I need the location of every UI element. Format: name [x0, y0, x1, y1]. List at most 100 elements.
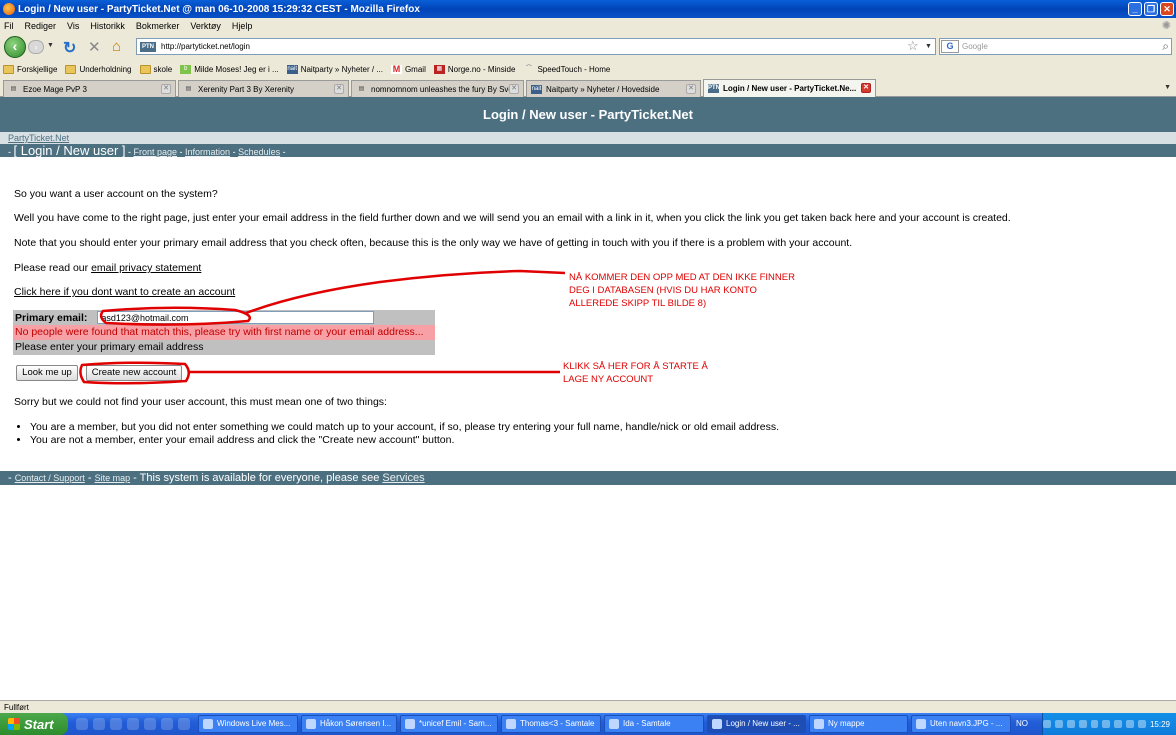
tab-xerenity[interactable]: ▤ Xerenity Part 3 By Xerenity ✕ [178, 80, 349, 97]
language-indicator[interactable]: NO [1016, 719, 1028, 728]
menu-bookmarks[interactable]: Bokmerker [136, 21, 180, 31]
restore-button[interactable]: ❐ [1144, 2, 1158, 16]
window-titlebar: Login / New user - PartyTicket.Net @ man… [0, 0, 1176, 18]
tab-close-icon[interactable]: ✕ [161, 84, 171, 94]
naitparty-icon: nait [286, 64, 298, 74]
annotation-note-1: NÅ KOMMER DEN OPP MED AT DEN IKKE FINNER… [569, 271, 795, 310]
bookmark-norge[interactable]: ▦ Norge.no - Minside [433, 64, 516, 74]
clock: 15:29 [1149, 719, 1170, 729]
tab-close-icon[interactable]: ✕ [686, 84, 696, 94]
taskbar-item[interactable]: *unicef Emil - Sam... [400, 715, 498, 733]
menu-edit[interactable]: Rediger [25, 21, 57, 31]
tab-close-icon[interactable]: ✕ [509, 84, 519, 94]
menu-bar: Fil Rediger Vis Historikk Bokmerker Verk… [0, 18, 1176, 33]
bookmark-label: Naitparty » Nyheter / ... [300, 64, 383, 74]
bookmark-folder-underholdning[interactable]: Underholdning [65, 64, 132, 74]
start-button[interactable]: Start [0, 713, 68, 735]
tab-label: Naitparty » Nyheter / Hovedside [546, 84, 660, 94]
page-content: Login / New user - PartyTicket.Net Party… [0, 97, 1176, 700]
annotation-line: ALLEREDE SKIPP TIL BILDE 8) [569, 298, 707, 309]
bookmark-folder-skole[interactable]: skole [139, 64, 172, 74]
tray-icon[interactable] [1054, 720, 1063, 728]
quicklaunch-icon[interactable] [178, 718, 190, 730]
bookmark-milde-moses[interactable]: b Milde Moses! Jeg er i ... [180, 64, 279, 74]
bookmark-folder-forskjellige[interactable]: Forskjellige [3, 64, 57, 74]
folder-icon [3, 64, 14, 74]
quicklaunch-icon[interactable] [76, 718, 88, 730]
tab-nomnomnom[interactable]: ▤ nomnomnom unleashes the fury By Sve... ✕ [351, 80, 524, 97]
email-circle-mark [99, 306, 252, 326]
quicklaunch-icon[interactable] [110, 718, 122, 730]
gmail-icon: M [390, 63, 402, 74]
tray-icon[interactable] [1126, 720, 1135, 728]
taskbar-item[interactable]: Windows Live Mes... [198, 715, 298, 733]
quicklaunch-icon[interactable] [127, 718, 139, 730]
reload-icon[interactable]: ↻ [63, 38, 76, 58]
tray-icon[interactable] [1114, 720, 1123, 728]
site-favicon: PTN [140, 41, 156, 52]
taskbar-item[interactable]: Ida - Samtale [604, 715, 704, 733]
taskbar-item[interactable]: Thomas<3 - Samtale [501, 715, 601, 733]
speedtouch-icon: ⌒ [525, 65, 532, 72]
menu-file[interactable]: Fil [4, 21, 14, 31]
annotation-line: DEG I DATABASEN (HVIS DU HAR KONTO [569, 285, 757, 296]
tab-label: nomnomnom unleashes the fury By Sve... [371, 84, 520, 94]
tray-icon[interactable] [1078, 720, 1087, 728]
bookmark-star-icon[interactable]: ☆ [907, 38, 919, 54]
tab-ezoe[interactable]: ▤ Ezoe Mage PvP 3 ✕ [3, 80, 176, 97]
history-dropdown-icon[interactable]: ▼ [47, 42, 54, 49]
annotation-line: NÅ KOMMER DEN OPP MED AT DEN IKKE FINNER [569, 272, 795, 283]
tab-naitparty[interactable]: nait Naitparty » Nyheter / Hovedside ✕ [526, 80, 701, 97]
quicklaunch-icon[interactable] [93, 718, 105, 730]
menu-history[interactable]: Historikk [90, 21, 125, 31]
tray-icon[interactable] [1090, 720, 1099, 728]
bookmarks-toolbar: Forskjellige Underholdning skole b Milde … [0, 60, 1176, 78]
url-text[interactable]: http://partyticket.net/login [161, 42, 250, 51]
bookmark-gmail[interactable]: M Gmail [390, 63, 426, 74]
bookmark-naitparty[interactable]: nait Naitparty » Nyheter / ... [286, 64, 383, 74]
taskbar-item[interactable]: Ny mappe [809, 715, 908, 733]
bookmark-label: Milde Moses! Jeg er i ... [194, 64, 279, 74]
quicklaunch-icon[interactable] [144, 718, 156, 730]
tab-list-icon[interactable]: ▼ [1164, 84, 1171, 91]
youtube-icon: ▤ [10, 85, 17, 92]
window-title: Login / New user - PartyTicket.Net @ man… [18, 3, 420, 15]
home-icon[interactable]: ⌂ [112, 38, 121, 55]
annotation-note-2: KLIKK SÅ HER FOR Å STARTE Å LAGE NY ACCO… [563, 360, 708, 386]
search-icon[interactable]: ⌕ [1162, 39, 1169, 54]
taskbar-item[interactable]: Login / New user - ... [707, 715, 806, 733]
tray-icon[interactable] [1102, 720, 1111, 728]
button-circle-mark [79, 361, 190, 385]
minimize-button[interactable]: _ [1128, 2, 1142, 16]
menu-help[interactable]: Hjelp [232, 21, 253, 31]
stop-icon[interactable]: ✕ [88, 38, 101, 56]
tray-icon[interactable] [1066, 720, 1075, 728]
url-bar[interactable]: PTN http://partyticket.net/login [136, 38, 936, 55]
tab-close-icon[interactable]: ✕ [334, 84, 344, 94]
taskbar-item[interactable]: Håkon Sørensen I... [301, 715, 397, 733]
quicklaunch-icon[interactable] [161, 718, 173, 730]
url-dropdown-icon[interactable]: ▼ [925, 43, 932, 50]
bookmark-speedtouch[interactable]: ⌒ SpeedTouch - Home [523, 65, 610, 74]
bookmark-label: SpeedTouch - Home [537, 64, 611, 74]
tab-label: Xerenity Part 3 By Xerenity [198, 84, 295, 94]
taskbar-item[interactable]: Uten navn3.JPG - ... [911, 715, 1011, 733]
menu-view[interactable]: Vis [67, 21, 79, 31]
bookmark-label: Norge.no - Minside [447, 64, 516, 74]
search-input[interactable]: G Google ⌕ [939, 38, 1172, 55]
search-placeholder: Google [962, 42, 988, 51]
start-label: Start [24, 716, 54, 732]
menu-tools[interactable]: Verktøy [190, 21, 221, 31]
arrow-line-1 [245, 269, 566, 315]
google-icon[interactable]: G [941, 40, 959, 53]
throbber-icon: ✺ [1161, 20, 1171, 32]
tab-login[interactable]: PTN Login / New user - PartyTicket.Ne... ✕ [703, 79, 876, 97]
tray-icon[interactable] [1042, 720, 1051, 728]
close-button[interactable]: ✕ [1160, 2, 1174, 16]
forward-button[interactable]: › [28, 40, 44, 54]
tab-label: Ezoe Mage PvP 3 [23, 84, 87, 94]
window-controls: _ ❐ ✕ [1128, 2, 1174, 16]
tray-icon[interactable] [1138, 720, 1146, 728]
tab-close-icon[interactable]: ✕ [861, 83, 871, 93]
back-button[interactable]: ‹ [4, 36, 26, 58]
